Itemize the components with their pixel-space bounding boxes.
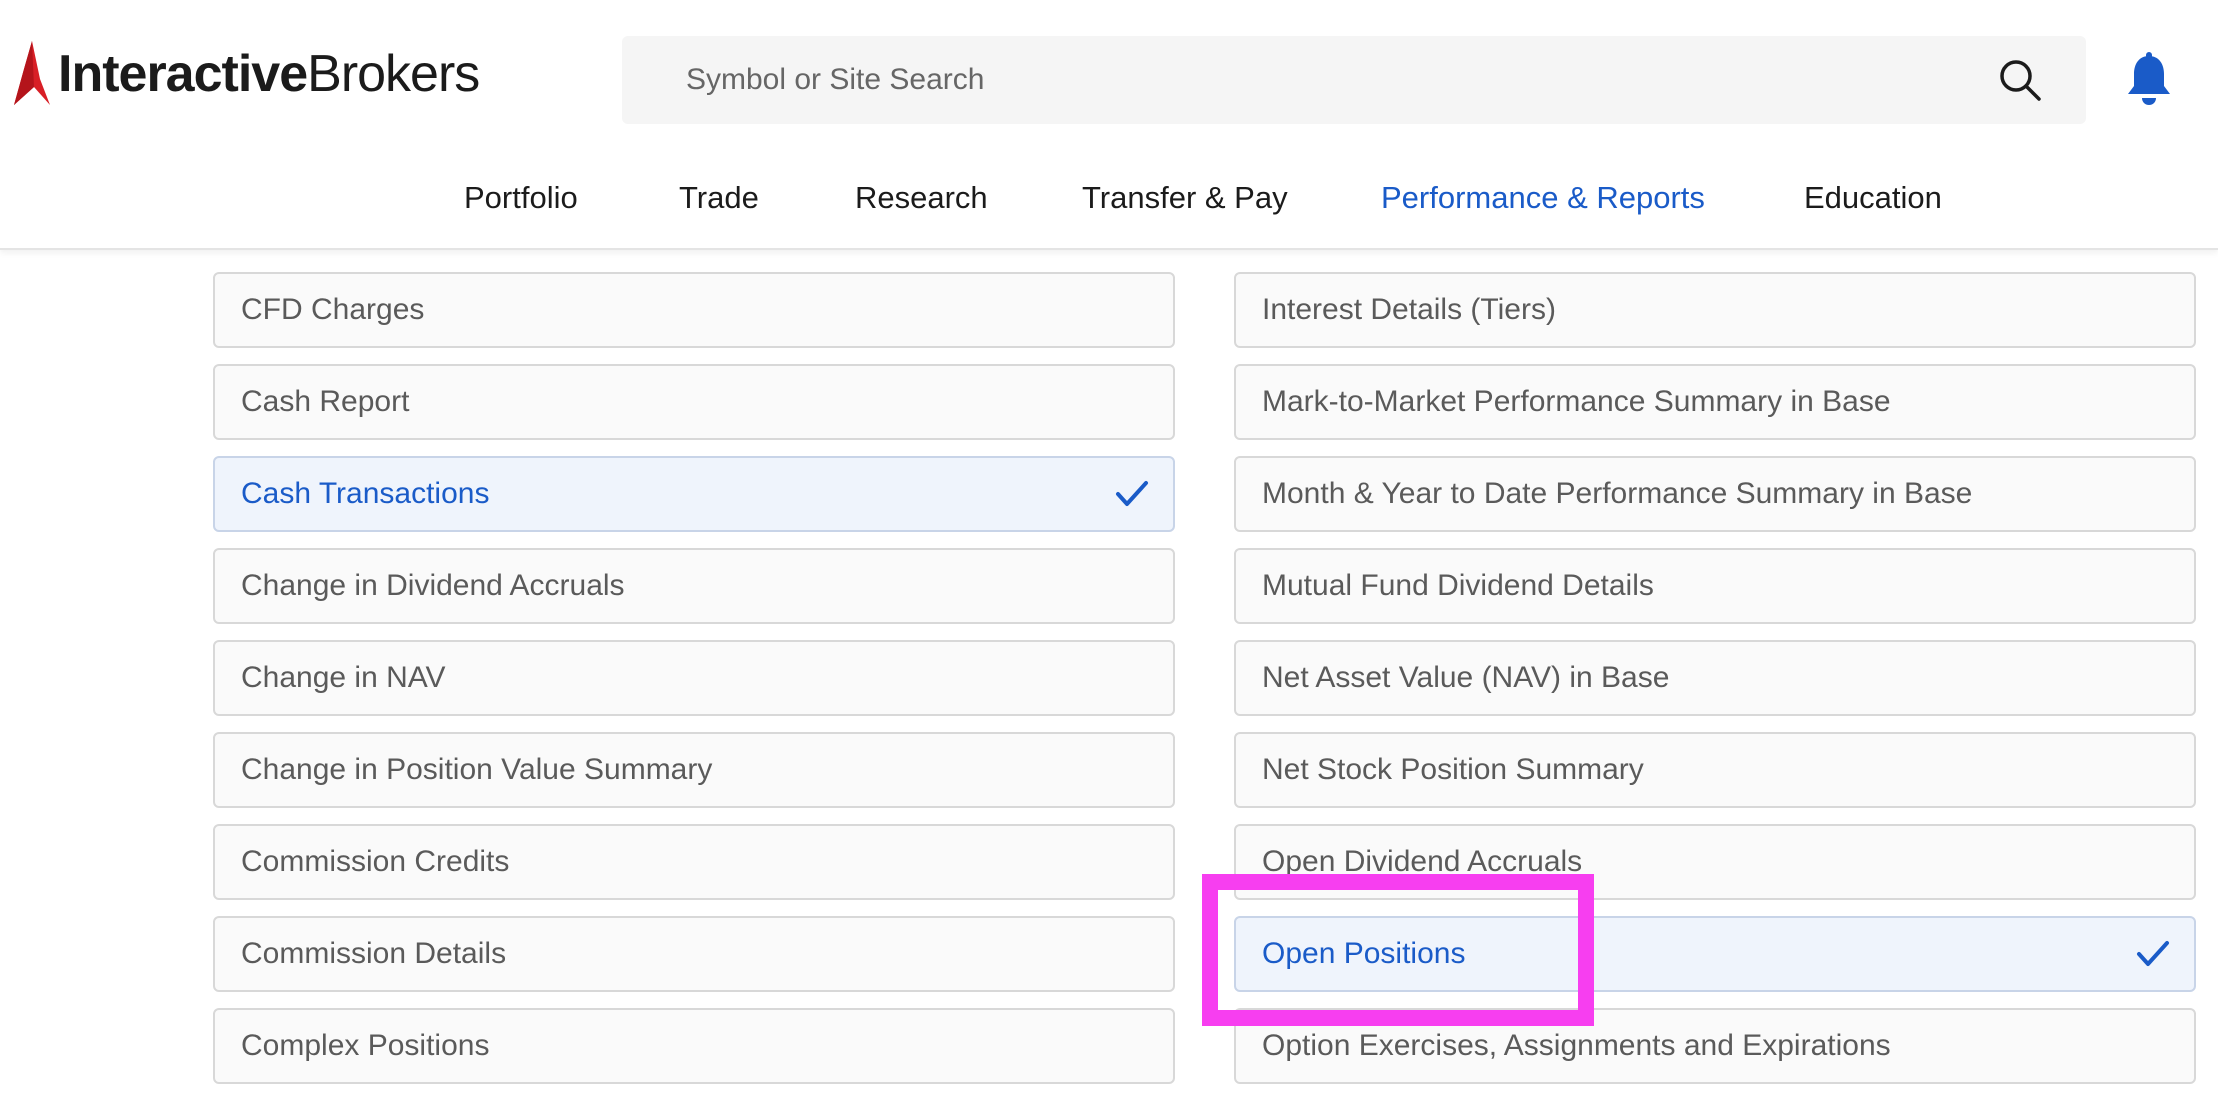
checkmark-icon <box>2137 941 2169 966</box>
section-item-open-positions[interactable]: Open Positions <box>1234 916 2196 992</box>
section-item-label: Mutual Fund Dividend Details <box>1262 569 1654 602</box>
section-item-label: Option Exercises, Assignments and Expira… <box>1262 1029 1891 1062</box>
nav-research[interactable]: Research <box>855 180 988 216</box>
section-item-label: Net Asset Value (NAV) in Base <box>1262 661 1670 694</box>
section-item-label: Open Dividend Accruals <box>1262 845 1583 878</box>
section-item-commission-credits[interactable]: Commission Credits <box>213 824 1175 900</box>
section-item-month-year-to-date-performance[interactable]: Month & Year to Date Performance Summary… <box>1234 456 2196 532</box>
brand-name-regular: Brokers <box>307 45 480 103</box>
section-item-label: Cash Transactions <box>241 477 490 510</box>
checkmark-icon <box>1116 481 1148 506</box>
section-item-change-in-position-value-summary[interactable]: Change in Position Value Summary <box>213 732 1175 808</box>
nav-education[interactable]: Education <box>1804 180 1942 216</box>
section-item-label: Net Stock Position Summary <box>1262 753 1644 786</box>
section-item-label: Month & Year to Date Performance Summary… <box>1262 477 1973 510</box>
section-item-cash-report[interactable]: Cash Report <box>213 364 1175 440</box>
search-icon[interactable] <box>1998 58 2042 102</box>
nav-performance-reports[interactable]: Performance & Reports <box>1381 180 1705 216</box>
section-item-label: Commission Details <box>241 937 507 970</box>
section-item-open-dividend-accruals[interactable]: Open Dividend Accruals <box>1234 824 2196 900</box>
brand-name-bold: Interactive <box>58 45 308 103</box>
section-item-net-asset-value[interactable]: Net Asset Value (NAV) in Base <box>1234 640 2196 716</box>
section-item-label: CFD Charges <box>241 293 425 326</box>
top-header: InteractiveBrokers Portfolio Trade Resea… <box>0 0 2218 250</box>
main-nav: Portfolio Trade Research Transfer & Pay … <box>0 180 2218 224</box>
section-item-change-in-dividend-accruals[interactable]: Change in Dividend Accruals <box>213 548 1175 624</box>
section-item-label: Change in NAV <box>241 661 446 694</box>
section-item-cash-transactions[interactable]: Cash Transactions <box>213 456 1175 532</box>
section-item-commission-details[interactable]: Commission Details <box>213 916 1175 992</box>
section-item-label: Mark-to-Market Performance Summary in Ba… <box>1262 385 1891 418</box>
section-item-mtm-performance-summary[interactable]: Mark-to-Market Performance Summary in Ba… <box>1234 364 2196 440</box>
section-item-label: Complex Positions <box>241 1029 490 1062</box>
brand-wordmark: InteractiveBrokers <box>58 44 480 104</box>
search-input[interactable] <box>622 36 1998 124</box>
section-item-net-stock-position-summary[interactable]: Net Stock Position Summary <box>1234 732 2196 808</box>
section-item-change-in-nav[interactable]: Change in NAV <box>213 640 1175 716</box>
section-item-label: Change in Position Value Summary <box>241 753 713 786</box>
section-item-mutual-fund-dividend-details[interactable]: Mutual Fund Dividend Details <box>1234 548 2196 624</box>
bell-icon[interactable] <box>2124 52 2174 106</box>
section-item-label: Commission Credits <box>241 845 510 878</box>
section-item-complex-positions[interactable]: Complex Positions <box>213 1008 1175 1084</box>
brand-flame-icon <box>14 41 50 105</box>
section-item-label: Change in Dividend Accruals <box>241 569 625 602</box>
section-item-label: Open Positions <box>1262 937 1466 970</box>
brand-logo[interactable]: InteractiveBrokers <box>10 34 480 114</box>
nav-portfolio[interactable]: Portfolio <box>464 180 578 216</box>
report-sections: CFD Charges Cash Report Cash Transaction… <box>0 230 2218 1094</box>
section-item-label: Interest Details (Tiers) <box>1262 293 1556 326</box>
section-item-interest-details-tiers[interactable]: Interest Details (Tiers) <box>1234 272 2196 348</box>
nav-trade[interactable]: Trade <box>679 180 759 216</box>
section-item-option-exercises[interactable]: Option Exercises, Assignments and Expira… <box>1234 1008 2196 1084</box>
site-search <box>622 36 2086 124</box>
section-item-label: Cash Report <box>241 385 410 418</box>
section-item-cfd-charges[interactable]: CFD Charges <box>213 272 1175 348</box>
nav-transfer-pay[interactable]: Transfer & Pay <box>1082 180 1288 216</box>
